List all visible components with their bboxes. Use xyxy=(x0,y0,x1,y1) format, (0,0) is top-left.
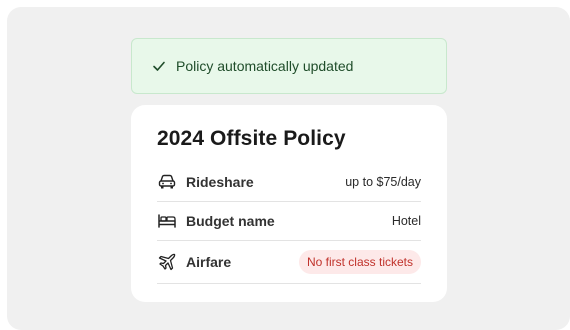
row-label: Airfare xyxy=(186,254,232,270)
policy-row-rideshare: Rideshare up to $75/day xyxy=(157,162,421,202)
bed-icon xyxy=(157,211,177,231)
row-value: Hotel xyxy=(391,213,421,228)
airplane-icon xyxy=(157,252,177,272)
policy-row-budget-name: Budget name Hotel xyxy=(157,201,421,241)
row-value: up to $75/day xyxy=(345,174,421,189)
policy-title: 2024 Offsite Policy xyxy=(157,127,346,150)
policy-row-airfare: Airfare No first class tickets xyxy=(157,241,421,284)
row-label: Budget name xyxy=(186,212,275,229)
row-label: Rideshare xyxy=(186,173,254,190)
check-icon xyxy=(152,59,166,73)
toast-message: Policy automatically updated xyxy=(176,58,354,74)
success-toast: Policy automatically updated xyxy=(131,38,447,94)
policy-card: 2024 Offsite Policy Rideshare up to $75/… xyxy=(131,105,447,302)
status-badge: No first class tickets xyxy=(298,250,421,274)
car-icon xyxy=(157,172,177,192)
